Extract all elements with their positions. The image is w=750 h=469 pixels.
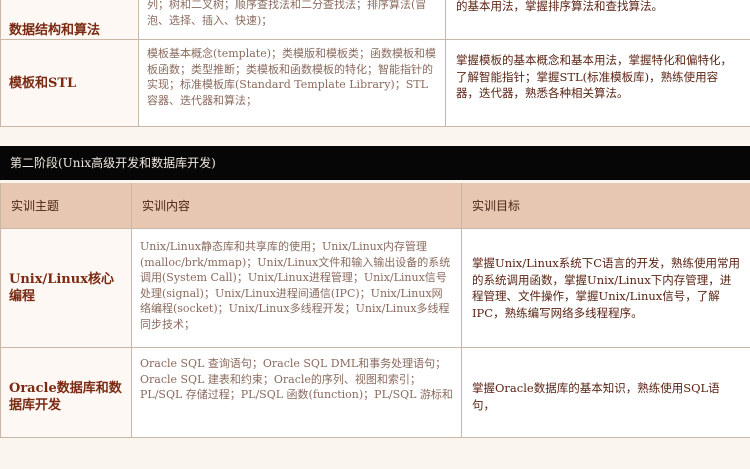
table-row: Oracle数据库和数据库开发 Oracle SQL 查询语句；Oracle S… — [0, 348, 750, 438]
table-row: 模板和STL 模板基本概念(template)；类模版和模板类；函数模板和模板函… — [0, 40, 750, 127]
content-text: Oracle SQL 查询语句；Oracle SQL DML和事务处理语句；Or… — [140, 357, 453, 401]
stage-title: 第二阶段(Unix高级开发和数据库开发) — [0, 146, 750, 180]
topic-label: Oracle数据库和数据库开发 — [9, 381, 122, 413]
table-header: 实训主题 实训内容 实训目标 — [0, 183, 750, 229]
topic-cell: Unix/Linux核心编程 — [1, 229, 132, 347]
topic-cell: 模板和STL — [1, 40, 139, 126]
content-cell: Unix/Linux静态库和共享库的使用；Unix/Linux内存管理(mall… — [132, 229, 462, 347]
goal-cell: 掌握Oracle数据库的基本知识，熟练使用SQL语句， — [462, 348, 750, 437]
content-cell: 列；树和二叉树；顺序查找法和二分查找法；排序算法(冒泡、选择、插入、快速)； — [139, 0, 446, 39]
table-row: 数据结构和算法 列；树和二叉树；顺序查找法和二分查找法；排序算法(冒泡、选择、插… — [0, 0, 750, 40]
header-goal-label: 实训目标 — [472, 199, 521, 213]
header-topic-label: 实训主题 — [11, 199, 60, 213]
content-text: 列；树和二叉树；顺序查找法和二分查找法；排序算法(冒泡、选择、插入、快速)； — [147, 0, 427, 27]
goal-cell: 的基本用法，掌握排序算法和查找算法。 — [446, 0, 750, 39]
topic-label: 模板和STL — [9, 75, 77, 91]
goal-cell: 掌握Unix/Linux系统下C语言的开发，熟练使用常用的系统调用函数，掌握Un… — [462, 229, 750, 347]
header-content-label: 实训内容 — [142, 199, 191, 213]
goal-text: 掌握模板的基本概念和基本用法，掌握特化和偏特化，了解智能指针；掌握STL(标准模… — [456, 53, 732, 100]
header-topic: 实训主题 — [1, 183, 132, 228]
content-cell: 模板基本概念(template)；类模版和模板类；函数模板和模板函数；类型推断；… — [139, 40, 446, 126]
topic-cell: 数据结构和算法 — [1, 0, 139, 39]
goal-text: 的基本用法，掌握排序算法和查找算法。 — [456, 0, 663, 13]
goal-cell: 掌握模板的基本概念和基本用法，掌握特化和偏特化，了解智能指针；掌握STL(标准模… — [446, 40, 750, 126]
header-goal: 实训目标 — [462, 183, 750, 228]
content-cell: Oracle SQL 查询语句；Oracle SQL DML和事务处理语句；Or… — [132, 348, 462, 437]
header-content: 实训内容 — [132, 183, 462, 228]
topic-label: Unix/Linux核心编程 — [9, 272, 114, 304]
goal-text: 掌握Unix/Linux系统下C语言的开发，熟练使用常用的系统调用函数，掌握Un… — [472, 256, 741, 320]
goal-text: 掌握Oracle数据库的基本知识，熟练使用SQL语句， — [472, 381, 720, 412]
content-text: Unix/Linux静态库和共享库的使用；Unix/Linux内存管理(mall… — [140, 240, 451, 331]
content-text: 模板基本概念(template)；类模版和模板类；函数模板和模板函数；类型推断；… — [147, 47, 436, 107]
table-row: Unix/Linux核心编程 Unix/Linux静态库和共享库的使用；Unix… — [0, 229, 750, 348]
topic-cell: Oracle数据库和数据库开发 — [1, 348, 132, 437]
